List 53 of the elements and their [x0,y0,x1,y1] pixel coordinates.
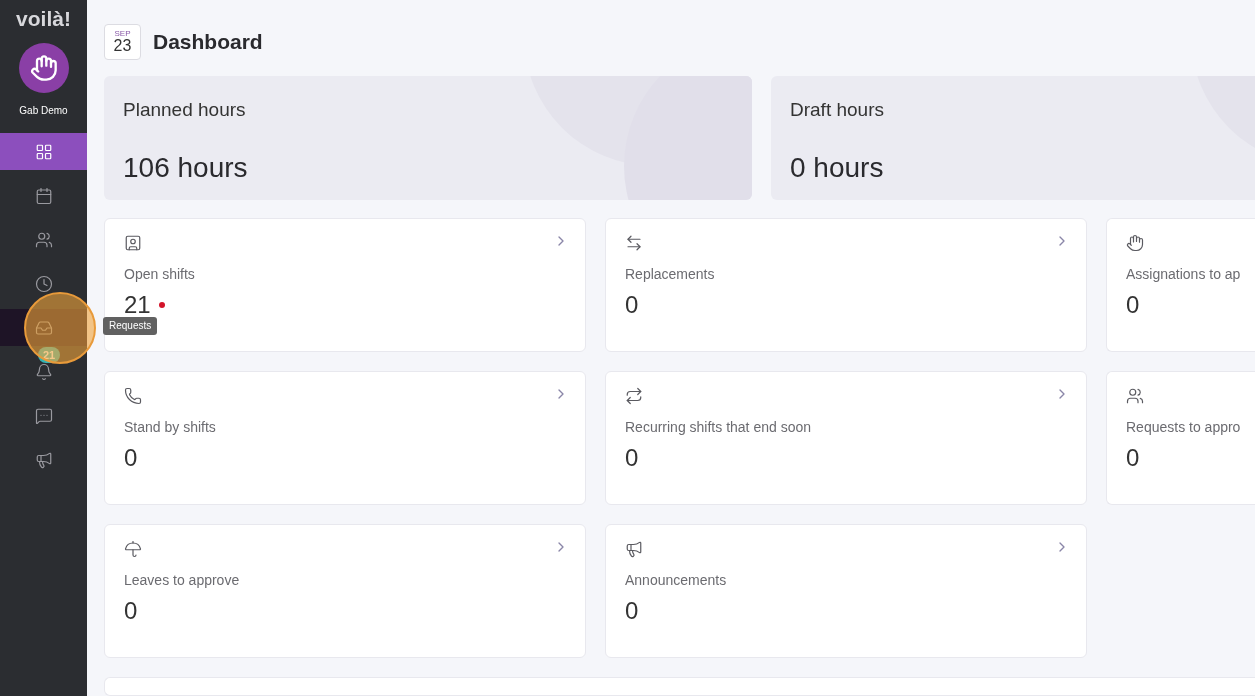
calendar-icon [34,186,53,205]
summary-card[interactable]: Replacements 0 [605,218,1087,352]
card-label: Announcements [625,571,728,590]
notification-badge: 21 [38,347,61,363]
card-label: Requests to appro [1126,418,1241,437]
summary-card[interactable]: Recurring shifts that end soon 0 [605,371,1087,505]
inbox-icon [34,318,53,337]
card-label: Replacements [625,265,716,284]
card-value: 0 [1126,446,1140,470]
hand-icon [1126,234,1144,252]
sidebar-item[interactable] [0,309,87,346]
repeat-icon [625,387,643,405]
card-value: 21 [124,293,151,317]
user-name: Gab Demo [19,104,68,118]
swap-arrows-icon [625,234,643,252]
umbrella-icon [124,540,142,558]
hours-label: Draft hours [790,98,885,122]
card-label: Recurring shifts that end soon [625,418,812,437]
bell-icon [34,362,53,381]
card-value: 0 [625,599,639,623]
card-value: 0 [625,446,639,470]
sidebar-item[interactable] [0,133,87,170]
card-label: Leaves to approve [124,571,241,590]
summary-card[interactable]: Leaves to approve 0 [104,524,586,658]
hours-label: Planned hours [123,98,247,122]
summary-card[interactable]: Stand by shifts 0 [104,371,586,505]
page-title: Dashboard [153,29,263,56]
date-month: SEP [114,30,131,38]
hours-value: 0 hours [790,150,885,185]
card-label: Open shifts [124,265,196,284]
card-value: 0 [1126,293,1140,317]
id-badge-icon [124,234,142,252]
date-day: 23 [113,38,132,54]
card-value: 0 [124,599,138,623]
summary-card[interactable]: Requests to appro 0 [1106,371,1255,505]
clock-icon [34,274,53,293]
chat-icon [34,406,53,425]
summary-card[interactable]: Assignations to ap 0 [1106,218,1255,352]
megaphone-icon [34,450,53,469]
hours-value: 106 hours [123,150,249,185]
phone-icon [124,387,142,405]
card-value: 0 [124,446,138,470]
tooltip: Requests [103,317,158,335]
card-value: 0 [625,293,639,317]
people-icon [34,230,53,249]
summary-card[interactable]: Announcements 0 [605,524,1087,658]
card-label: Stand by shifts [124,418,217,437]
dashboard-icon [34,142,53,161]
logo: voilà! [16,8,71,29]
card-label: Assignations to ap [1126,265,1241,284]
raised-hand-icon [29,54,58,82]
people-icon [1126,387,1144,405]
megaphone-icon [625,540,643,558]
